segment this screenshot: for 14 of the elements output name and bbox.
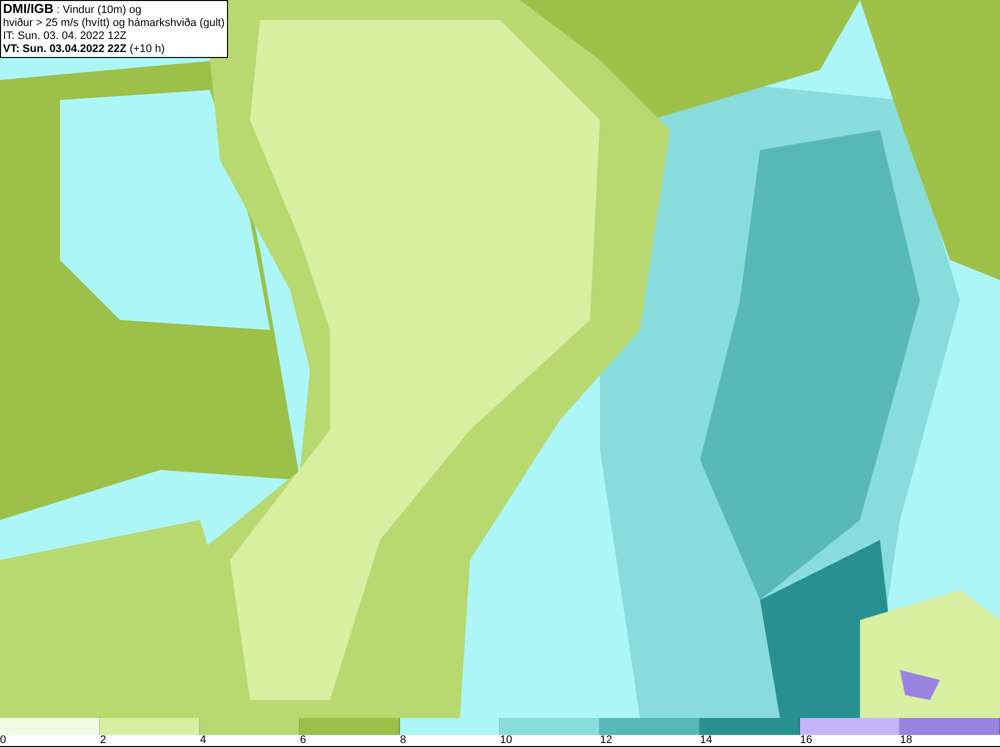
legend-label: 8 (400, 735, 406, 746)
legend-label: 18 (900, 735, 912, 746)
legend-label: 0 (0, 735, 6, 746)
legend-label: 12 (600, 735, 612, 746)
legend-label: 6 (300, 735, 306, 746)
map-subtitle: hviður > 25 m/s (hvítt) og hámarkshviða (gult) (3, 17, 225, 30)
map-subtitle: VT: Sun. 03.04.2022 22Z (+10 h) (3, 43, 166, 56)
legend-label: 14 (700, 735, 712, 746)
map-subtitle: IT: Sun. 03. 04. 2022 12Z (3, 30, 128, 43)
legend-label: 4 (200, 735, 206, 746)
legend-label: 10 (500, 735, 512, 746)
legend-label: 2 (100, 735, 106, 746)
legend-label: 16 (800, 735, 812, 746)
map-title: DMI/IGB : Vindur (10m) og (3, 2, 142, 17)
